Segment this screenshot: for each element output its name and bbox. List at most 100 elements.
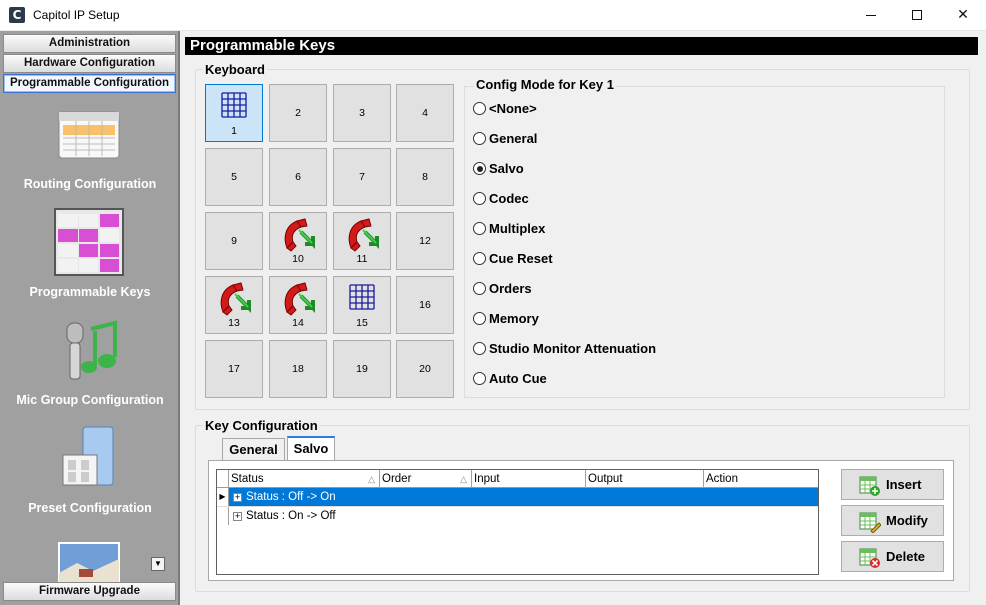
tab-salvo[interactable]: Salvo [287, 436, 335, 460]
radio-orders[interactable]: Orders [473, 281, 532, 297]
key-label: 9 [231, 235, 237, 247]
minimize-button[interactable] [848, 0, 894, 31]
radio-label: Orders [489, 281, 532, 296]
preset-icon [62, 426, 114, 486]
column-header-output[interactable]: Output [586, 470, 704, 488]
key-4[interactable]: 4 [396, 84, 454, 142]
key-8[interactable]: 8 [396, 148, 454, 206]
close-icon: ✕ [957, 7, 969, 23]
radio-general[interactable]: General [473, 131, 537, 147]
radio-button[interactable] [473, 282, 486, 295]
key-18[interactable]: 18 [269, 340, 327, 398]
minimize-icon [866, 14, 876, 16]
key-label: 6 [295, 171, 301, 183]
row-content: + Status : On -> Off [233, 507, 336, 525]
radio-codec[interactable]: Codec [473, 191, 529, 207]
sidebar-item-label: Mic Group Configuration [16, 393, 164, 407]
radio-button[interactable] [473, 132, 486, 145]
maximize-button[interactable] [894, 0, 940, 31]
radio-label: Codec [489, 191, 529, 206]
phone-transfer-icon [284, 218, 315, 252]
delete-row-icon [859, 548, 880, 568]
key-17[interactable]: 17 [205, 340, 263, 398]
key-label: 12 [419, 235, 431, 247]
radio-button[interactable] [473, 312, 486, 325]
key-label: 8 [422, 171, 428, 183]
key-label: 14 [292, 317, 304, 329]
key-10[interactable]: 10 [269, 212, 327, 270]
modify-row-icon [859, 512, 881, 533]
expand-icon[interactable]: + [233, 512, 242, 521]
scroll-down-button[interactable]: ▼ [151, 557, 165, 571]
app-icon: C [9, 7, 25, 23]
row-header-corner [217, 470, 229, 488]
radio-button[interactable] [473, 252, 486, 265]
programmable-keys-icon [54, 208, 124, 276]
radio-button[interactable] [473, 192, 486, 205]
sidebar: Administration Hardware Configuration Pr… [0, 31, 180, 605]
key-14[interactable]: 14 [269, 276, 327, 334]
nav-administration[interactable]: Administration [3, 34, 176, 53]
key-15[interactable]: 15 [333, 276, 391, 334]
radio-cue-reset[interactable]: Cue Reset [473, 251, 553, 267]
window-title: Capitol IP Setup [33, 8, 120, 22]
radio-button[interactable] [473, 102, 486, 115]
expand-icon[interactable]: + [233, 493, 242, 502]
radio-button[interactable] [473, 222, 486, 235]
key-label: 3 [359, 107, 365, 119]
button-label: Modify [886, 513, 928, 528]
insert-button[interactable]: Insert [841, 469, 944, 500]
radio-button[interactable] [473, 372, 486, 385]
radio-button-checked[interactable] [473, 162, 486, 175]
key-label: 13 [228, 317, 240, 329]
column-header-action[interactable]: Action [704, 470, 818, 488]
key-19[interactable]: 19 [333, 340, 391, 398]
key-label: 5 [231, 171, 237, 183]
key-16[interactable]: 16 [396, 276, 454, 334]
key-label: 18 [292, 363, 304, 375]
table-row[interactable]: ▶ + Status : Off -> On [217, 488, 818, 506]
column-header-order[interactable]: Order △ [380, 470, 472, 488]
grid-icon [349, 284, 375, 310]
key-12[interactable]: 12 [396, 212, 454, 270]
radio-multiplex[interactable]: Multiplex [473, 221, 545, 237]
radio-label: <None> [489, 101, 537, 116]
key-11[interactable]: 11 [333, 212, 391, 270]
sort-icon: △ [368, 474, 375, 484]
key-9[interactable]: 9 [205, 212, 263, 270]
key-label: 10 [292, 253, 304, 265]
nav-hardware-configuration[interactable]: Hardware Configuration [3, 54, 176, 73]
radio-studio-monitor-attenuation[interactable]: Studio Monitor Attenuation [473, 341, 656, 357]
key-5[interactable]: 5 [205, 148, 263, 206]
delete-button[interactable]: Delete [841, 541, 944, 572]
row-status: Status : On -> Off [246, 510, 336, 522]
modify-button[interactable]: Modify [841, 505, 944, 536]
key-20[interactable]: 20 [396, 340, 454, 398]
close-button[interactable]: ✕ [940, 0, 986, 31]
title-bar: C Capitol IP Setup ✕ [0, 0, 986, 31]
nav-firmware-upgrade[interactable]: Firmware Upgrade [3, 582, 176, 601]
key-6[interactable]: 6 [269, 148, 327, 206]
table-row[interactable]: + Status : On -> Off [217, 506, 818, 525]
radio-salvo[interactable]: Salvo [473, 161, 524, 177]
key-1[interactable]: 1 [205, 84, 263, 142]
key-label: 17 [228, 363, 240, 375]
key-2[interactable]: 2 [269, 84, 327, 142]
radio-auto-cue[interactable]: Auto Cue [473, 371, 547, 387]
column-label: Action [706, 473, 738, 485]
radio-none[interactable]: <None> [473, 101, 537, 117]
tab-general[interactable]: General [222, 438, 285, 460]
keyboard-group-title: Keyboard [203, 62, 267, 77]
key-7[interactable]: 7 [333, 148, 391, 206]
sidebar-item-label: Programmable Keys [29, 285, 151, 299]
key-13[interactable]: 13 [205, 276, 263, 334]
nav-programmable-configuration[interactable]: Programmable Configuration [3, 74, 176, 93]
key-label: 15 [356, 317, 368, 329]
sidebar-item-label: Preset Configuration [28, 501, 152, 515]
radio-button[interactable] [473, 342, 486, 355]
column-header-input[interactable]: Input [472, 470, 586, 488]
column-header-status[interactable]: Status △ [229, 470, 380, 488]
key-3[interactable]: 3 [333, 84, 391, 142]
radio-memory[interactable]: Memory [473, 311, 539, 327]
page-title: Programmable Keys [185, 37, 978, 55]
